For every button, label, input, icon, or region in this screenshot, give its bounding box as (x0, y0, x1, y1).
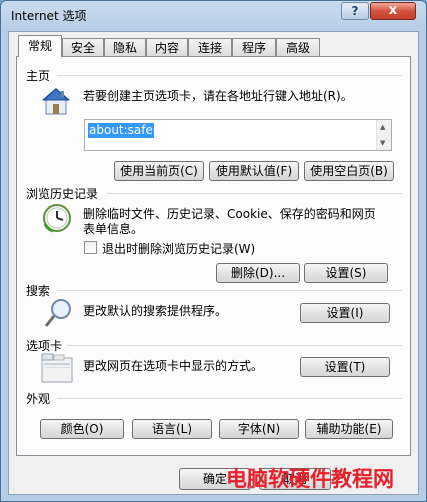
languages-button[interactable]: 语言(L) (132, 419, 212, 439)
search-divider (57, 290, 402, 291)
internet-options-window: Internet 选项 ? x 常规 安全 隐私 内容 连接 程序 高级 主页 … (0, 0, 427, 502)
homepage-divider (57, 75, 402, 76)
tabbed-window-icon (41, 353, 73, 383)
address-scrollbar[interactable]: ▲ ▼ (376, 120, 391, 150)
tab-general[interactable]: 常规 (18, 35, 62, 57)
delete-history-on-exit-label[interactable]: 退出时删除浏览历史记录(W) (102, 240, 255, 257)
homepage-description: 若要创建主页选项卡，请在各地址行键入地址(R)。 (83, 89, 353, 103)
close-button[interactable]: x (370, 2, 416, 20)
title-bar[interactable]: Internet 选项 ? x (1, 1, 426, 29)
window-title: Internet 选项 (11, 9, 87, 23)
appearance-group-title: 外观 (26, 390, 55, 407)
tabs-group-title: 选项卡 (26, 337, 67, 354)
history-group-title: 浏览历史记录 (26, 185, 103, 202)
tab-security[interactable]: 安全 (62, 38, 104, 56)
use-default-button[interactable]: 使用默认值(F) (209, 161, 299, 181)
search-magnifier-icon (44, 299, 71, 327)
delete-history-button[interactable]: 删除(D)... (216, 263, 300, 283)
general-tab-panel: 主页 若要创建主页选项卡，请在各地址行键入地址(R)。 about:safe ▲… (16, 56, 411, 456)
tab-programs[interactable]: 程序 (232, 38, 276, 56)
help-button[interactable]: ? (341, 2, 369, 20)
tab-connections[interactable]: 连接 (188, 38, 232, 56)
tab-privacy[interactable]: 隐私 (104, 38, 146, 56)
tabs-description: 更改网页在选项卡中显示的方式。 (83, 359, 264, 373)
tabs-settings-button[interactable]: 设置(T) (300, 357, 390, 377)
tab-content[interactable]: 内容 (146, 38, 188, 56)
history-clock-icon (43, 204, 71, 233)
appearance-divider (57, 398, 402, 399)
history-description-line2: 表单信息。 (83, 222, 144, 236)
homepage-address-box[interactable]: about:safe ▲ ▼ (84, 119, 392, 151)
colors-button[interactable]: 颜色(O) (40, 419, 124, 439)
history-divider (107, 193, 402, 194)
search-settings-button[interactable]: 设置(I) (300, 303, 390, 323)
history-settings-button[interactable]: 设置(S) (304, 263, 388, 283)
fonts-button[interactable]: 字体(N) (219, 419, 299, 439)
home-icon (42, 88, 70, 115)
tabs-section-divider (67, 345, 402, 346)
scroll-up-arrow-icon[interactable]: ▲ (380, 123, 385, 131)
scroll-down-arrow-icon[interactable]: ▼ (380, 139, 385, 147)
homepage-group-title: 主页 (26, 67, 55, 84)
homepage-address-text: about:safe (88, 123, 154, 138)
dialog-client-area: 常规 安全 隐私 内容 连接 程序 高级 主页 若要创建主页选项卡，请在各地址行… (8, 31, 419, 495)
use-current-page-button[interactable]: 使用当前页(C) (114, 161, 204, 181)
tab-advanced[interactable]: 高级 (276, 38, 320, 56)
delete-history-on-exit-checkbox[interactable] (84, 241, 97, 254)
site-watermark-text: 电脑软硬件教程网 (226, 467, 394, 491)
search-description: 更改默认的搜索提供程序。 (83, 304, 228, 318)
use-blank-button[interactable]: 使用空白页(B) (304, 161, 394, 181)
accessibility-button[interactable]: 辅助功能(E) (305, 419, 393, 439)
